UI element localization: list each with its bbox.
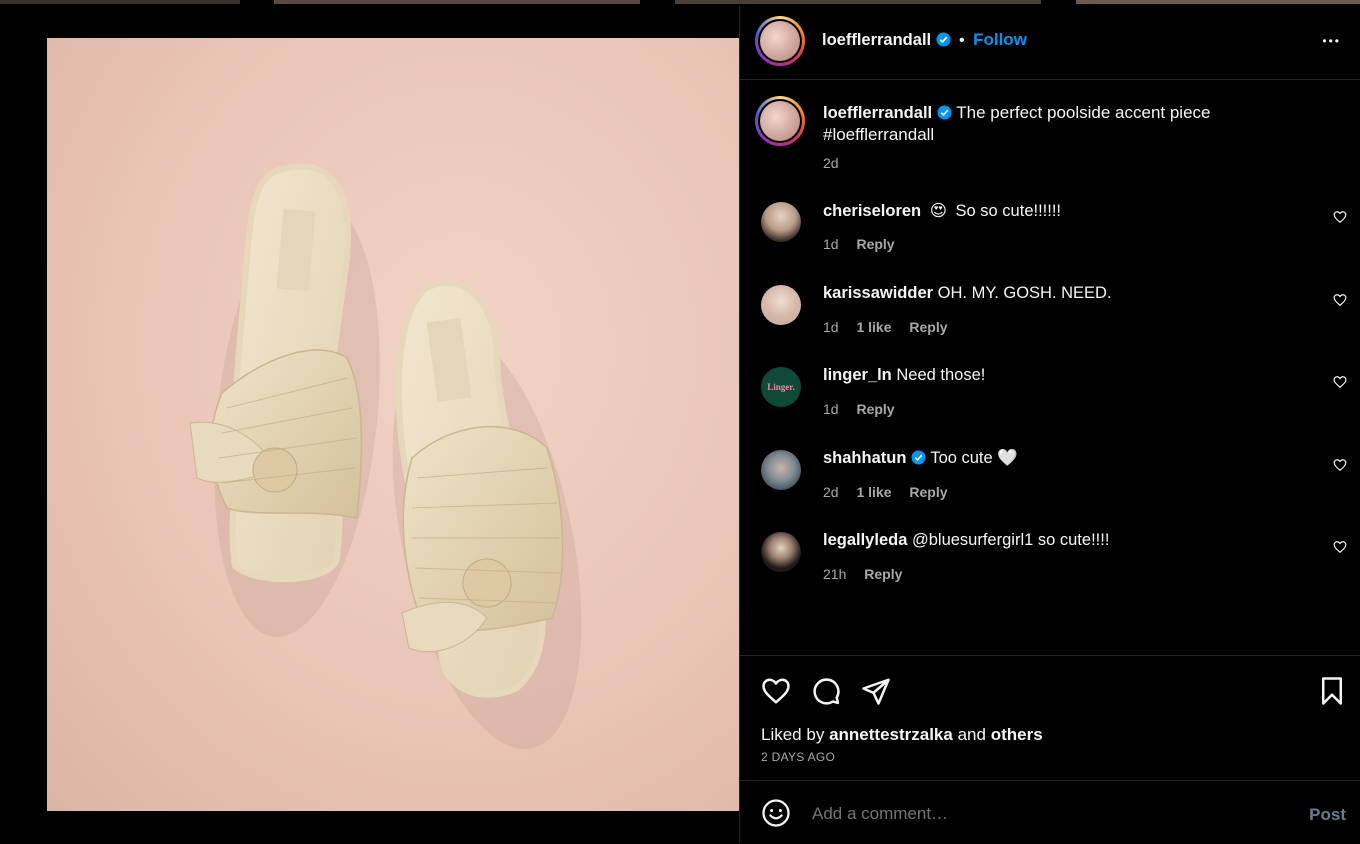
reply-button[interactable]: Reply bbox=[909, 319, 947, 335]
post-detail-panel: loefflerrandall • Follow ••• loefflerran… bbox=[739, 6, 1360, 843]
post-image[interactable] bbox=[47, 38, 739, 811]
comment-like-heart-icon[interactable] bbox=[1333, 375, 1347, 389]
comment-time: 1d bbox=[823, 401, 839, 417]
follow-button[interactable]: Follow bbox=[973, 30, 1027, 49]
likes-summary: Liked by annettestrzalka and others bbox=[761, 725, 1043, 745]
comment-meta: 1d 1 like Reply bbox=[823, 319, 962, 335]
comment-text-line: cheriseloren 😍 So so cute!!!!!! bbox=[823, 201, 1303, 221]
comment-meta: 1d Reply bbox=[823, 401, 909, 417]
comment-item: shahhatun Too cute 🤍 2d 1 like Reply bbox=[740, 438, 1360, 518]
reply-button[interactable]: Reply bbox=[856, 236, 894, 252]
reply-button[interactable]: Reply bbox=[909, 484, 947, 500]
comment-item: karissawidder OH. MY. GOSH. NEED. 1d 1 l… bbox=[740, 273, 1360, 353]
comment-like-heart-icon[interactable] bbox=[1333, 210, 1347, 224]
caption-username[interactable]: loefflerrandall bbox=[823, 104, 932, 122]
comment-like-heart-icon[interactable] bbox=[1333, 458, 1347, 472]
comment-emoji: 😍 bbox=[929, 202, 947, 220]
separator-dot: • bbox=[959, 32, 965, 49]
header-user-line: loefflerrandall • Follow bbox=[822, 30, 1027, 50]
comment-body: So so cute!!!!!! bbox=[955, 202, 1062, 220]
author-username[interactable]: loefflerrandall bbox=[822, 31, 931, 49]
commenter-avatar[interactable] bbox=[761, 532, 801, 572]
comment-body: OH. MY. GOSH. NEED. bbox=[937, 284, 1112, 302]
comment-item: cheriseloren 😍 So so cute!!!!!! 1d Reply bbox=[740, 190, 1360, 270]
comment-text-line: karissawidder OH. MY. GOSH. NEED. bbox=[823, 284, 1303, 303]
author-avatar[interactable] bbox=[755, 16, 805, 66]
commenter-avatar[interactable] bbox=[761, 450, 801, 490]
liked-by-user[interactable]: annettestrzalka bbox=[829, 725, 953, 744]
sandals-illustration bbox=[189, 163, 582, 750]
commenter-avatar[interactable]: Linger. bbox=[761, 367, 801, 407]
comment-body: Need those! bbox=[896, 366, 986, 384]
background-thumbnails bbox=[0, 0, 1360, 4]
comment-text-line: shahhatun Too cute 🤍 bbox=[823, 449, 1303, 468]
avatar-logo-text: Linger. bbox=[767, 382, 795, 392]
comment-meta: 2d 1 like Reply bbox=[823, 484, 962, 500]
caption-hashtag[interactable]: #loefflerrandall bbox=[823, 125, 934, 144]
comment-like-heart-icon[interactable] bbox=[1333, 293, 1347, 307]
verified-badge-icon bbox=[936, 32, 951, 47]
verified-badge-icon bbox=[911, 450, 926, 465]
comment-meta: 21h Reply bbox=[823, 566, 916, 582]
comment-time: 1d bbox=[823, 319, 839, 335]
comment-icon[interactable] bbox=[811, 676, 841, 706]
emoji-icon[interactable] bbox=[761, 798, 791, 828]
comment-item: legallyleda @bluesurfergirl1 so cute!!!!… bbox=[740, 520, 1360, 600]
more-options-icon[interactable]: ••• bbox=[1322, 34, 1341, 48]
comment-username[interactable]: cheriseloren bbox=[823, 202, 921, 220]
comment-body: @bluesurfergirl1 so cute!!!! bbox=[911, 531, 1110, 549]
share-icon[interactable] bbox=[861, 676, 891, 706]
comment-username[interactable]: legallyleda bbox=[823, 531, 907, 549]
comment-like-count[interactable]: 1 like bbox=[856, 319, 891, 335]
comment-text-line: linger_ln Need those! bbox=[823, 366, 1303, 385]
caption-time: 2d bbox=[823, 155, 839, 171]
comment-username[interactable]: linger_ln bbox=[823, 366, 892, 384]
liked-by-and: and bbox=[957, 725, 986, 744]
bookmark-icon[interactable] bbox=[1317, 676, 1347, 706]
caption-text-block: loefflerrandall The perfect poolside acc… bbox=[823, 102, 1323, 146]
comment-meta: 1d Reply bbox=[823, 236, 909, 252]
commenter-avatar[interactable] bbox=[761, 285, 801, 325]
comment-like-count[interactable]: 1 like bbox=[856, 484, 891, 500]
add-comment-input[interactable] bbox=[810, 803, 1274, 825]
comment-text-line: legallyleda @bluesurfergirl1 so cute!!!! bbox=[823, 531, 1303, 550]
post-header: loefflerrandall • Follow ••• bbox=[740, 6, 1360, 80]
liked-by-others[interactable]: others bbox=[991, 725, 1043, 744]
comment-body: Too cute 🤍 bbox=[930, 449, 1018, 467]
add-comment-bar: Post bbox=[740, 780, 1360, 844]
reply-button[interactable]: Reply bbox=[864, 566, 902, 582]
caption-avatar[interactable] bbox=[755, 96, 805, 146]
action-bar: Liked by annettestrzalka and others 2 DA… bbox=[740, 655, 1360, 781]
comment-item: Linger. linger_ln Need those! 1d Reply bbox=[740, 355, 1360, 435]
post-date[interactable]: 2 DAYS AGO bbox=[761, 750, 835, 764]
post-comment-button[interactable]: Post bbox=[1309, 805, 1346, 825]
comment-like-heart-icon[interactable] bbox=[1333, 540, 1347, 554]
comment-username[interactable]: shahhatun bbox=[823, 449, 906, 467]
verified-badge-icon bbox=[937, 105, 952, 120]
comment-time: 21h bbox=[823, 566, 847, 582]
caption-text: The perfect poolside accent piece bbox=[956, 103, 1211, 122]
heart-icon[interactable] bbox=[761, 676, 791, 706]
post-caption: loefflerrandall The perfect poolside acc… bbox=[740, 80, 1360, 190]
comment-username[interactable]: karissawidder bbox=[823, 284, 933, 302]
reply-button[interactable]: Reply bbox=[856, 401, 894, 417]
liked-by-prefix: Liked by bbox=[761, 725, 825, 744]
comment-time: 2d bbox=[823, 484, 839, 500]
comment-time: 1d bbox=[823, 236, 839, 252]
commenter-avatar[interactable] bbox=[761, 202, 801, 242]
